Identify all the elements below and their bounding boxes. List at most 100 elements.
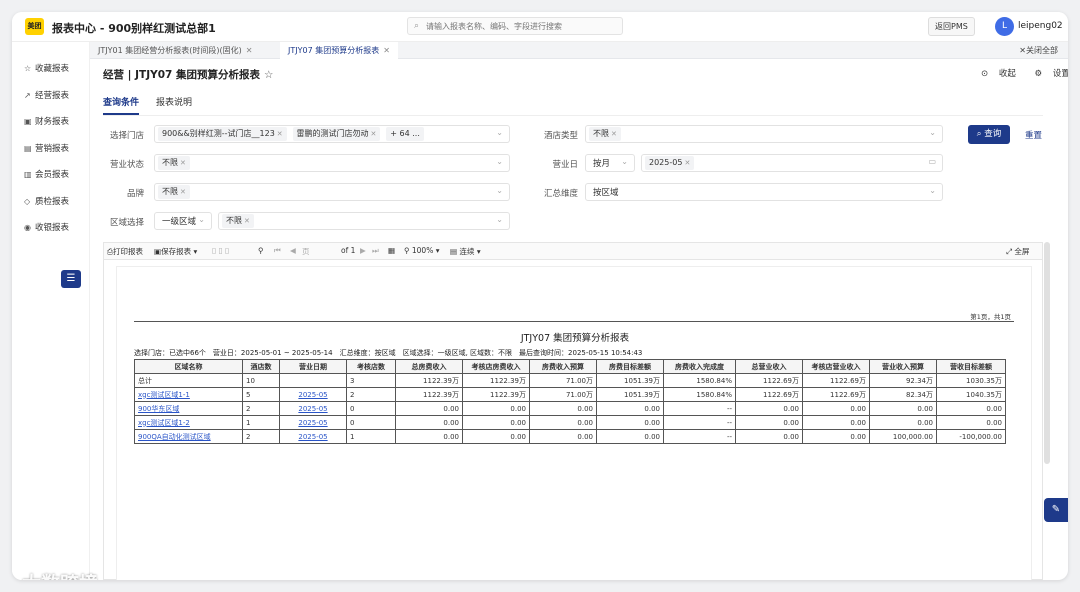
first-page-icon[interactable]: ⏮ <box>274 246 281 256</box>
report-viewer[interactable]: 第1页，共1页 JTJY07 集团预算分析报表 选择门店：已选中66个 营业日：… <box>103 259 1043 580</box>
store-more-tag[interactable]: + 64 ... <box>386 127 424 141</box>
layout-icon[interactable]: ▦ <box>388 246 395 255</box>
username[interactable]: leipeng02 <box>1018 21 1063 31</box>
page-input[interactable]: 页 <box>302 246 310 257</box>
close-icon[interactable]: ✕ <box>684 159 690 167</box>
sidebar-item-quality[interactable]: ◇ 质检报表 <box>24 195 69 209</box>
tab-jtjy07[interactable]: JTJY07 集团预算分析报表 ✕ <box>280 42 398 59</box>
view-mode-select[interactable]: ▤ 连续 ▾ <box>450 246 481 257</box>
table-cell: 0.00 <box>802 429 870 444</box>
region-select[interactable]: 不限 ✕ ⌄ <box>218 212 510 230</box>
query-button[interactable]: ⌕ 查询 <box>968 125 1010 144</box>
table-cell: 0.00 <box>529 415 597 430</box>
sidebar-item-operations[interactable]: ↗ 经营报表 <box>24 89 69 103</box>
status-select[interactable]: 不限 ✕ ⌄ <box>154 154 510 172</box>
hotel-type-select[interactable]: 不限 ✕ ⌄ <box>585 125 943 143</box>
table-cell[interactable]: 2025-05 <box>279 415 347 430</box>
search-input[interactable] <box>426 20 616 32</box>
settings-button[interactable]: ⚙ 设置 <box>1035 69 1068 79</box>
chevron-down-icon: ⌄ <box>929 128 936 137</box>
report-query-info: 选择门店：已选中66个 营业日：2025-05-01 ~ 2025-05-14 … <box>134 349 643 357</box>
store-select[interactable]: 900&&别样红测--试门店__123 ✕ 雷鹏的测试门店勿动 ✕ + 64 ...… <box>154 125 510 143</box>
close-icon[interactable]: ✕ <box>383 46 390 55</box>
table-cell: 1122.69万 <box>802 373 870 388</box>
collapse-button[interactable]: ⊙ 收起 <box>981 69 1024 79</box>
search-icon: ⌕ <box>976 129 982 139</box>
table-cell[interactable]: 2025-05 <box>279 429 347 444</box>
table-cell: 0.00 <box>869 401 937 416</box>
table-cell[interactable]: 900华东区域 <box>134 401 243 416</box>
brand-select[interactable]: 不限 ✕ ⌄ <box>154 183 510 201</box>
close-icon[interactable]: ✕ <box>180 159 186 167</box>
close-icon[interactable]: ✕ <box>246 46 253 55</box>
table-cell: 0.00 <box>462 429 530 444</box>
fullscreen-button[interactable]: ⤢ 全屏 <box>1006 246 1029 257</box>
table-cell: 1030.35万 <box>936 373 1006 388</box>
table-cell: 0.00 <box>936 415 1006 430</box>
cashier-icon: ◉ <box>24 223 31 232</box>
find-icon[interactable]: ⚲ <box>258 246 264 255</box>
feedback-button[interactable]: ✎ <box>1044 498 1068 522</box>
close-icon[interactable]: ✕ <box>244 217 250 225</box>
tab-query-conditions[interactable]: 查询条件 <box>103 95 140 115</box>
table-cell: 71.00万 <box>529 387 597 402</box>
close-icon[interactable]: ✕ <box>277 130 283 138</box>
bizday-mode-select[interactable]: 按月 ⌄ <box>585 154 635 172</box>
close-icon[interactable]: ✕ <box>371 130 377 138</box>
table-cell: 0.00 <box>395 401 463 416</box>
table-cell[interactable]: 2025-05 <box>279 387 347 402</box>
collapse-icon: ⊙ <box>981 69 989 79</box>
reset-button[interactable]: 重置 <box>1025 129 1042 141</box>
column-header: 区域名称 <box>134 359 243 374</box>
table-cell: 0.00 <box>529 401 597 416</box>
report-table: 区域名称 酒店数 营业日期 考核店数 总房费收入 考核店房费收入 房费收入预算 … <box>134 359 1006 444</box>
sidebar-item-finance[interactable]: ▣ 财务报表 <box>24 115 69 129</box>
table-cell: 1122.69万 <box>802 387 870 402</box>
tab-report-description[interactable]: 报表说明 <box>156 95 192 108</box>
vertical-scrollbar[interactable] <box>1044 242 1050 464</box>
table-cell[interactable]: 900QA自动化测试区域 <box>134 429 243 444</box>
last-page-icon[interactable]: ⏭ <box>372 246 379 256</box>
brand-logo: 美团 <box>25 18 44 35</box>
brand-label: 品牌 <box>126 189 144 199</box>
region-label: 区域选择 <box>109 218 144 228</box>
close-all-tabs-button[interactable]: ✕关闭全部 <box>1019 45 1058 56</box>
save-report-button[interactable]: ▣保存报表 ▾ <box>154 246 197 257</box>
dimension-select[interactable]: 按区域 ⌄ <box>585 183 943 201</box>
sidebar: ☆ 收藏报表 ↗ 经营报表 ▣ 财务报表 ▤ 营销报表 ▥ 会员报表 ◇ 质检报表 ◉ 收银报… <box>12 42 90 580</box>
print-button[interactable]: ⎙打印报表 <box>107 246 143 257</box>
region-level-select[interactable]: 一级区域 ⌄ <box>154 212 212 230</box>
close-icon[interactable]: ✕ <box>180 188 186 196</box>
close-icon[interactable]: ✕ <box>611 130 617 138</box>
dimension-label: 汇总维度 <box>543 189 578 199</box>
table-cell: 92.34万 <box>869 373 937 388</box>
table-cell[interactable]: xgc测试区域1-2 <box>134 415 243 430</box>
zoom-select[interactable]: ⚲ 100% ▾ <box>404 246 440 255</box>
back-to-pms-button[interactable]: 返回PMS <box>928 17 975 36</box>
favorite-star-icon[interactable]: ☆ <box>264 69 273 81</box>
export-icon[interactable]: ▯ ▯ ▯ <box>212 246 229 255</box>
prev-page-icon[interactable]: ◀ <box>290 246 296 255</box>
next-page-icon[interactable]: ▶ <box>360 246 366 255</box>
sidebar-item-member[interactable]: ▥ 会员报表 <box>24 168 69 182</box>
sidebar-item-cashier[interactable]: ◉ 收银报表 <box>24 221 69 235</box>
table-cell: -- <box>663 401 736 416</box>
page-title: 经营 | JTJY07 集团预算分析报表 ☆ <box>103 69 274 81</box>
table-cell: 71.00万 <box>529 373 597 388</box>
tab-jtjy01[interactable]: JTJY01 集团经营分析报表(时间段)(固化) ✕ <box>90 42 260 59</box>
sidebar-item-marketing[interactable]: ▤ 营销报表 <box>24 142 69 156</box>
divider <box>103 115 1043 116</box>
avatar[interactable]: L <box>995 17 1014 36</box>
divider <box>134 321 1014 322</box>
table-cell[interactable]: 2025-05 <box>279 401 347 416</box>
page-total: of 1 <box>341 246 356 255</box>
report-search[interactable]: ⌕ <box>407 17 623 35</box>
sidebar-toggle-button[interactable]: ☰ <box>61 270 81 288</box>
table-cell[interactable]: xgc测试区域1-1 <box>134 387 243 402</box>
finance-icon: ▣ <box>24 117 32 126</box>
column-header: 房费收入完成度 <box>663 359 736 374</box>
bizday-date-picker[interactable]: 2025-05 ✕ ▭ <box>641 154 943 172</box>
marketing-icon: ▤ <box>24 144 32 153</box>
table-cell: 0.00 <box>735 401 803 416</box>
sidebar-item-favorites[interactable]: ☆ 收藏报表 <box>24 62 69 76</box>
